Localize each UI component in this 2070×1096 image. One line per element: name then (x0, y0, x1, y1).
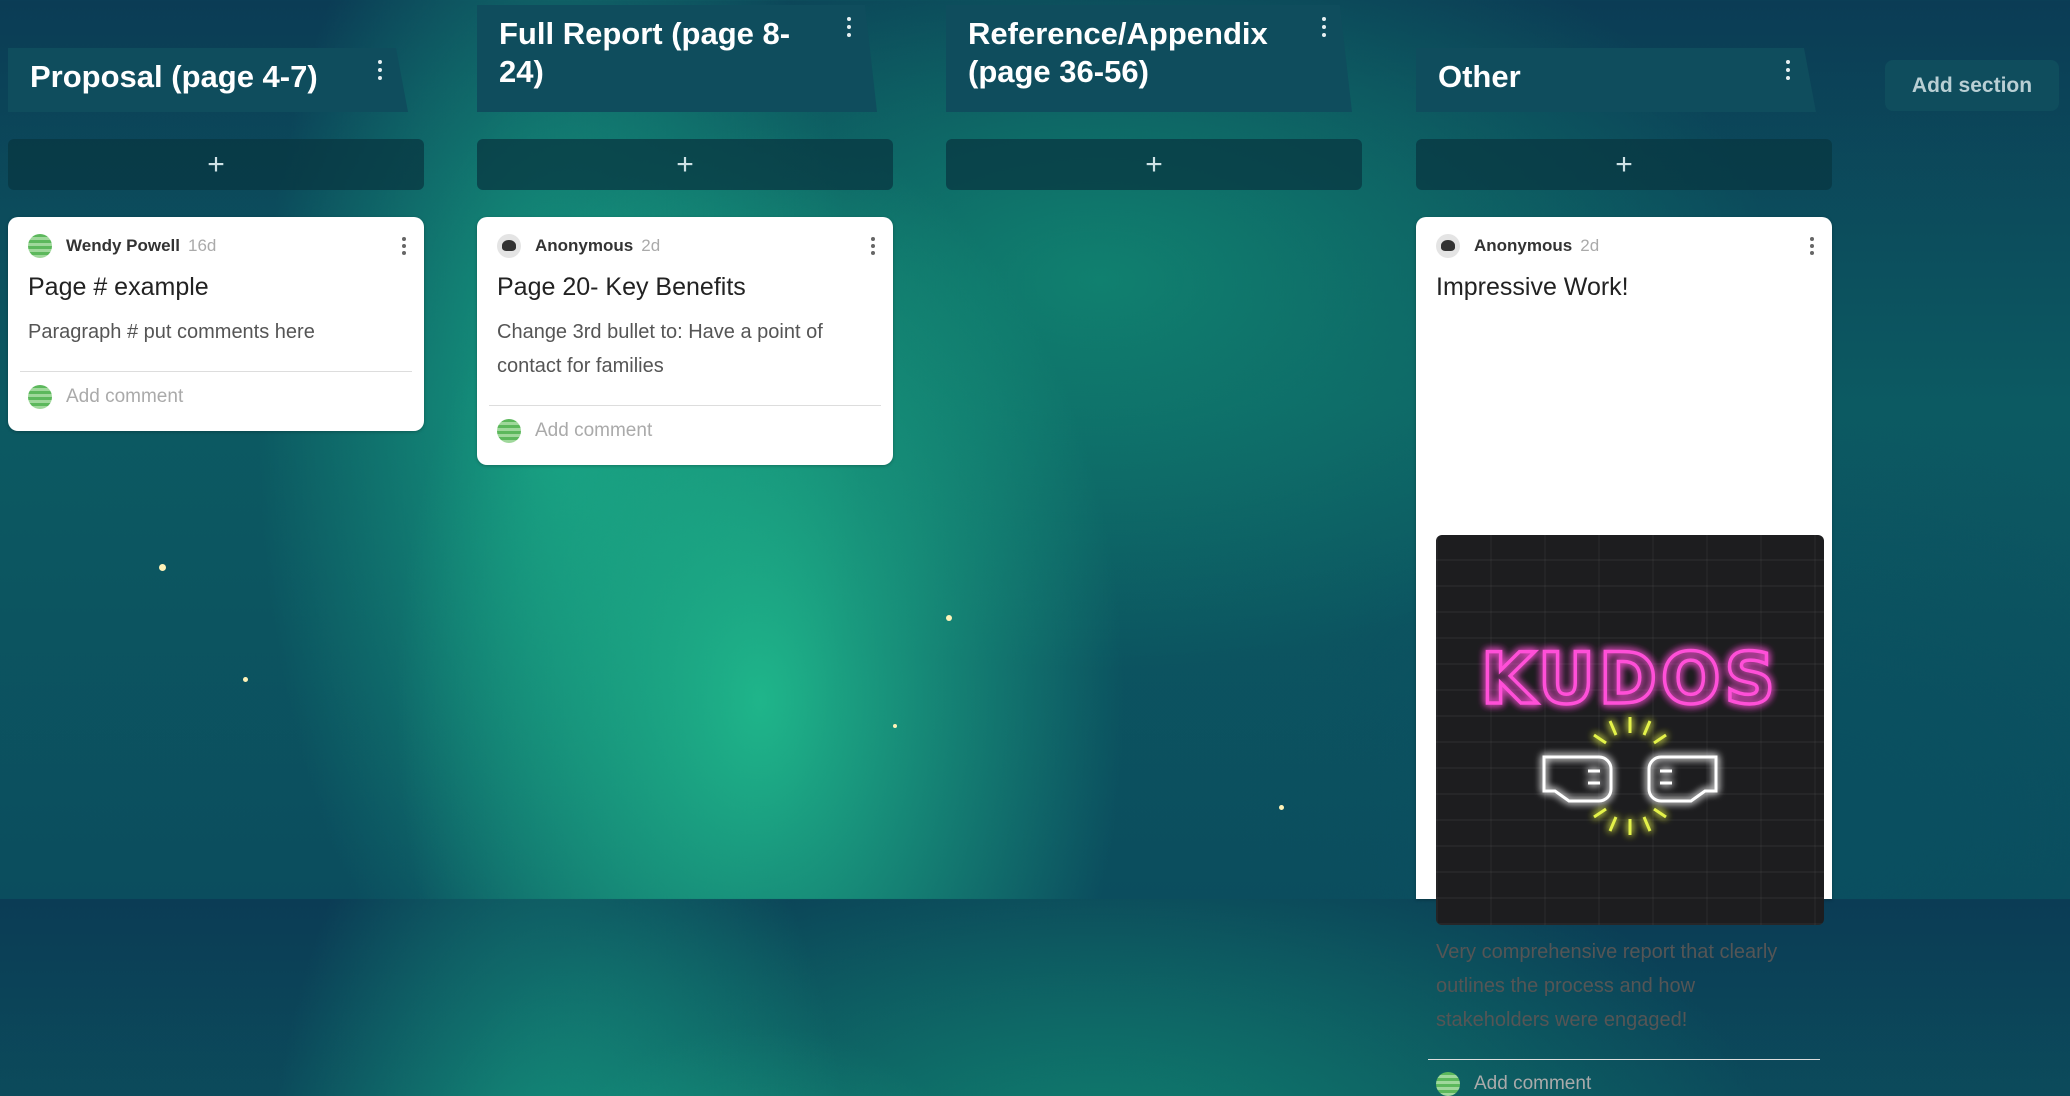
kudos-neon-text: KUDOS (1481, 638, 1779, 720)
background-star (1279, 805, 1284, 810)
post-title: Page 20- Key Benefits (497, 273, 746, 301)
fist-bump-icon (1542, 755, 1718, 803)
post-author: Anonymous (535, 236, 634, 255)
post-card[interactable]: Anonymous 2d Impressive Work! KUDOS Very… (1416, 217, 1832, 1096)
add-comment-placeholder: Add comment (1474, 1073, 1592, 1094)
add-post-button[interactable]: + (946, 139, 1362, 190)
post-body: Change 3rd bullet to: Have a point of co… (497, 321, 823, 377)
post-author: Anonymous (1474, 236, 1573, 255)
divider (489, 405, 881, 406)
post-body: Very comprehensive report that clearly o… (1436, 941, 1778, 1031)
post-card[interactable]: Wendy Powell 16d Page # example Paragrap… (8, 217, 424, 431)
add-post-button[interactable]: + (1416, 139, 1832, 190)
kudos-image[interactable]: KUDOS (1436, 535, 1824, 925)
section-header[interactable]: Reference/Appendix (page 36-56) (946, 5, 1352, 112)
add-post-button[interactable]: + (477, 139, 893, 190)
background-star (243, 677, 248, 682)
avatar (28, 234, 52, 258)
plus-icon: + (676, 147, 694, 181)
anonymous-avatar (497, 234, 521, 258)
add-comment-field[interactable]: Add comment (28, 385, 183, 409)
post-title: Page # example (28, 273, 209, 301)
section-title: Proposal (page 4-7) (30, 59, 318, 94)
add-section-button[interactable]: Add section (1885, 60, 2059, 111)
plus-icon: + (207, 147, 225, 181)
burst-lines-icon (1593, 717, 1667, 835)
section-header[interactable]: Other (1416, 48, 1816, 112)
background-star (946, 615, 952, 621)
section-header[interactable]: Proposal (page 4-7) (8, 48, 408, 112)
post-time: 16d (188, 236, 217, 255)
anonymous-avatar (1436, 234, 1460, 258)
add-comment-field[interactable]: Add comment (1436, 1072, 1591, 1096)
post-card[interactable]: Anonymous 2d Page 20- Key Benefits Chang… (477, 217, 893, 465)
avatar (497, 419, 521, 443)
background-star (893, 724, 897, 728)
post-menu-icon[interactable] (867, 237, 879, 255)
add-comment-field[interactable]: Add comment (497, 419, 652, 443)
add-post-button[interactable]: + (8, 139, 424, 190)
post-body: Paragraph # put comments here (28, 321, 315, 343)
post-author: Wendy Powell (66, 236, 180, 255)
post-title: Impressive Work! (1436, 273, 1629, 301)
plus-icon: + (1145, 147, 1163, 181)
post-time: 2d (1580, 236, 1600, 255)
avatar (1436, 1072, 1460, 1096)
section-title: Other (1438, 59, 1521, 94)
post-menu-icon[interactable] (1806, 237, 1818, 255)
section-menu-icon[interactable] (1778, 60, 1798, 90)
add-comment-placeholder: Add comment (535, 420, 653, 441)
kudos-neon-illustration: KUDOS (1479, 636, 1779, 835)
section-header[interactable]: Full Report (page 8-24) (477, 5, 877, 112)
section-menu-icon[interactable] (839, 17, 859, 47)
add-comment-placeholder: Add comment (66, 386, 184, 407)
section-menu-icon[interactable] (1314, 17, 1334, 47)
post-time: 2d (641, 236, 661, 255)
background-star (159, 564, 166, 571)
divider (20, 371, 412, 372)
plus-icon: + (1615, 147, 1633, 181)
divider (1428, 1059, 1820, 1060)
section-menu-icon[interactable] (370, 60, 390, 90)
avatar (28, 385, 52, 409)
section-title: Reference/Appendix (page 36-56) (968, 16, 1268, 89)
post-menu-icon[interactable] (398, 237, 410, 255)
section-title: Full Report (page 8-24) (499, 16, 791, 89)
